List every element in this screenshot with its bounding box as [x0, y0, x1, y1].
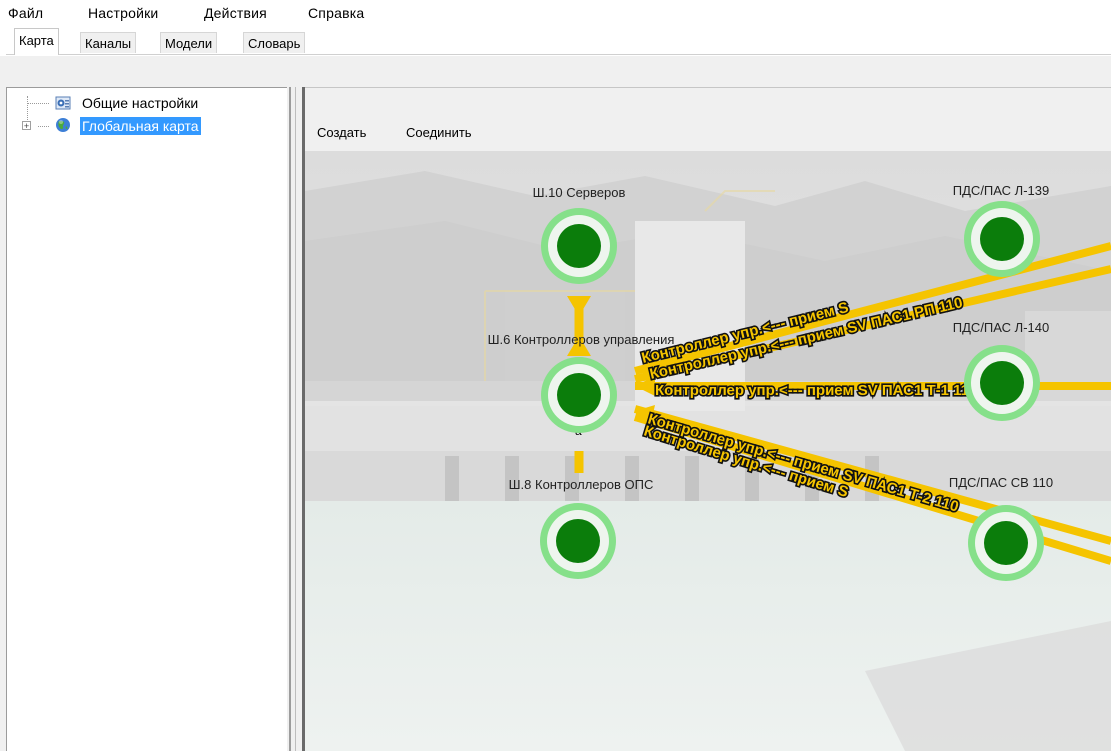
node-label: Ш.10 Серверов: [533, 185, 626, 200]
connect-button[interactable]: Соединить: [406, 125, 472, 140]
tree-expander[interactable]: +: [22, 121, 31, 131]
map-canvas[interactable]: 2 н а Контроллер упр.<--- прием S Контро…: [305, 151, 1111, 751]
node-label: ПДС/ПАС СВ 110: [949, 475, 1053, 490]
tab-dictionary[interactable]: Словарь: [243, 32, 306, 53]
node-label: ПДС/ПАС Л-140: [953, 320, 1049, 335]
globe-icon: [55, 117, 71, 133]
panel-splitter[interactable]: [287, 87, 305, 751]
tab-map[interactable]: Карта: [14, 28, 59, 55]
node-label: ПДС/ПАС Л-139: [953, 183, 1049, 198]
menu-settings[interactable]: Настройки: [88, 5, 158, 21]
tree-guide-line: [38, 126, 49, 127]
tab-divider: [6, 54, 1111, 55]
create-button[interactable]: Создать: [317, 125, 366, 140]
settings-icon: [55, 95, 71, 111]
tree-item-global-map[interactable]: Глобальная карта: [80, 117, 201, 135]
node-label: Ш.6 Контроллеров управления: [488, 332, 675, 347]
tree-guide-line: [27, 103, 49, 104]
menu-help[interactable]: Справка: [308, 5, 364, 21]
tree-item-general-settings[interactable]: Общие настройки: [80, 94, 200, 112]
menu-bar: Файл Настройки Действия Справка: [0, 0, 1111, 26]
tree-panel[interactable]: [6, 87, 287, 751]
tab-channels[interactable]: Каналы: [80, 32, 137, 53]
link-label[interactable]: Контроллер упр.<--- прием SV ПАС1 Т-1 11…: [653, 380, 979, 400]
menu-actions[interactable]: Действия: [204, 5, 267, 21]
tab-models[interactable]: Модели: [160, 32, 218, 53]
node-label: Ш.8 Контроллеров ОПС: [509, 477, 654, 492]
map-toolbar: Создать Соединить: [305, 88, 1111, 151]
menu-file[interactable]: Файл: [8, 5, 43, 21]
